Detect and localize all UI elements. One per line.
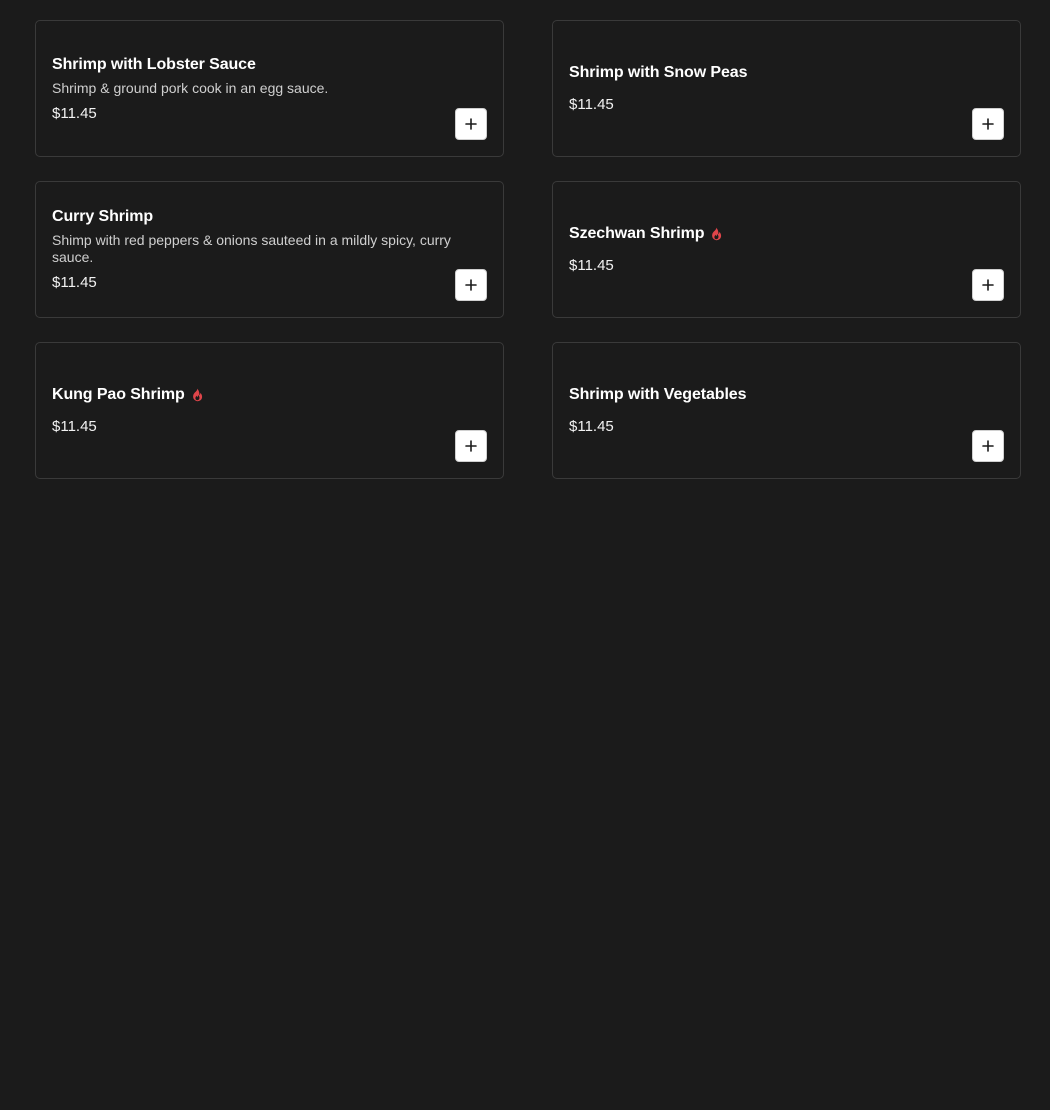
menu-item-info: Shrimp with Lobster Sauce Shrimp & groun… (52, 21, 465, 156)
menu-item-name: Szechwan Shrimp (569, 225, 705, 242)
plus-icon (982, 279, 994, 291)
plus-icon (982, 440, 994, 452)
menu-item-card-kung-pao-shrimp[interactable]: Kung Pao Shrimp $11.45 (35, 342, 504, 479)
menu-item-price: $11.45 (52, 418, 97, 435)
menu-item-price: $11.45 (569, 418, 614, 435)
menu-item-description: Shimp with red peppers & onions sauteed … (52, 232, 451, 265)
menu-item-name-row: Shrimp with Lobster Sauce (52, 55, 465, 75)
add-to-cart-button[interactable] (455, 430, 487, 462)
menu-item-card-shrimp-with-lobster-sauce[interactable]: Shrimp with Lobster Sauce Shrimp & groun… (35, 20, 504, 157)
menu-item-price: $11.45 (52, 104, 97, 122)
menu-item-card-shrimp-with-snow-peas[interactable]: Shrimp with Snow Peas $11.45 (552, 20, 1021, 157)
plus-icon (982, 118, 994, 130)
menu-item-info: Shrimp with Snow Peas $11.45 (569, 21, 982, 156)
menu-item-price: $11.45 (52, 274, 97, 291)
menu-item-name: Shrimp with Vegetables (569, 386, 747, 403)
menu-item-name: Curry Shrimp (52, 208, 154, 225)
menu-item-info: Szechwan Shrimp $11.45 (569, 182, 982, 317)
plus-icon (465, 118, 477, 130)
spicy-flame-icon (192, 388, 202, 402)
add-to-cart-button[interactable] (455, 108, 487, 140)
menu-item-card-curry-shrimp[interactable]: Curry Shrimp Shimp with red peppers & on… (35, 181, 504, 318)
menu-item-name: Shrimp with Snow Peas (569, 64, 748, 81)
menu-item-info: Curry Shrimp Shimp with red peppers & on… (52, 182, 465, 317)
menu-item-card-szechwan-shrimp[interactable]: Szechwan Shrimp $11.45 (552, 181, 1021, 318)
menu-item-description: Shrimp & ground pork cook in an egg sauc… (52, 79, 329, 96)
menu-item-name-row: Shrimp with Snow Peas (569, 63, 982, 83)
menu-item-name-row: Shrimp with Vegetables (569, 385, 982, 405)
menu-item-name-row: Kung Pao Shrimp (52, 385, 465, 405)
menu-item-price: $11.45 (569, 257, 614, 274)
menu-item-info: Shrimp with Vegetables $11.45 (569, 343, 982, 478)
spicy-flame-icon (712, 227, 722, 241)
menu-item-price: $11.45 (569, 96, 614, 113)
add-to-cart-button[interactable] (972, 269, 1004, 301)
plus-icon (465, 440, 477, 452)
menu-items-grid: Shrimp with Lobster Sauce Shrimp & groun… (35, 20, 1021, 479)
add-to-cart-button[interactable] (455, 269, 487, 301)
menu-item-card-shrimp-with-vegetables[interactable]: Shrimp with Vegetables $11.45 (552, 342, 1021, 479)
menu-item-info: Kung Pao Shrimp $11.45 (52, 343, 465, 478)
add-to-cart-button[interactable] (972, 108, 1004, 140)
menu-item-name-row: Szechwan Shrimp (569, 224, 982, 244)
menu-item-name: Shrimp with Lobster Sauce (52, 55, 256, 73)
plus-icon (465, 279, 477, 291)
menu-item-name-row: Curry Shrimp (52, 207, 465, 227)
menu-item-name: Kung Pao Shrimp (52, 386, 185, 403)
add-to-cart-button[interactable] (972, 430, 1004, 462)
